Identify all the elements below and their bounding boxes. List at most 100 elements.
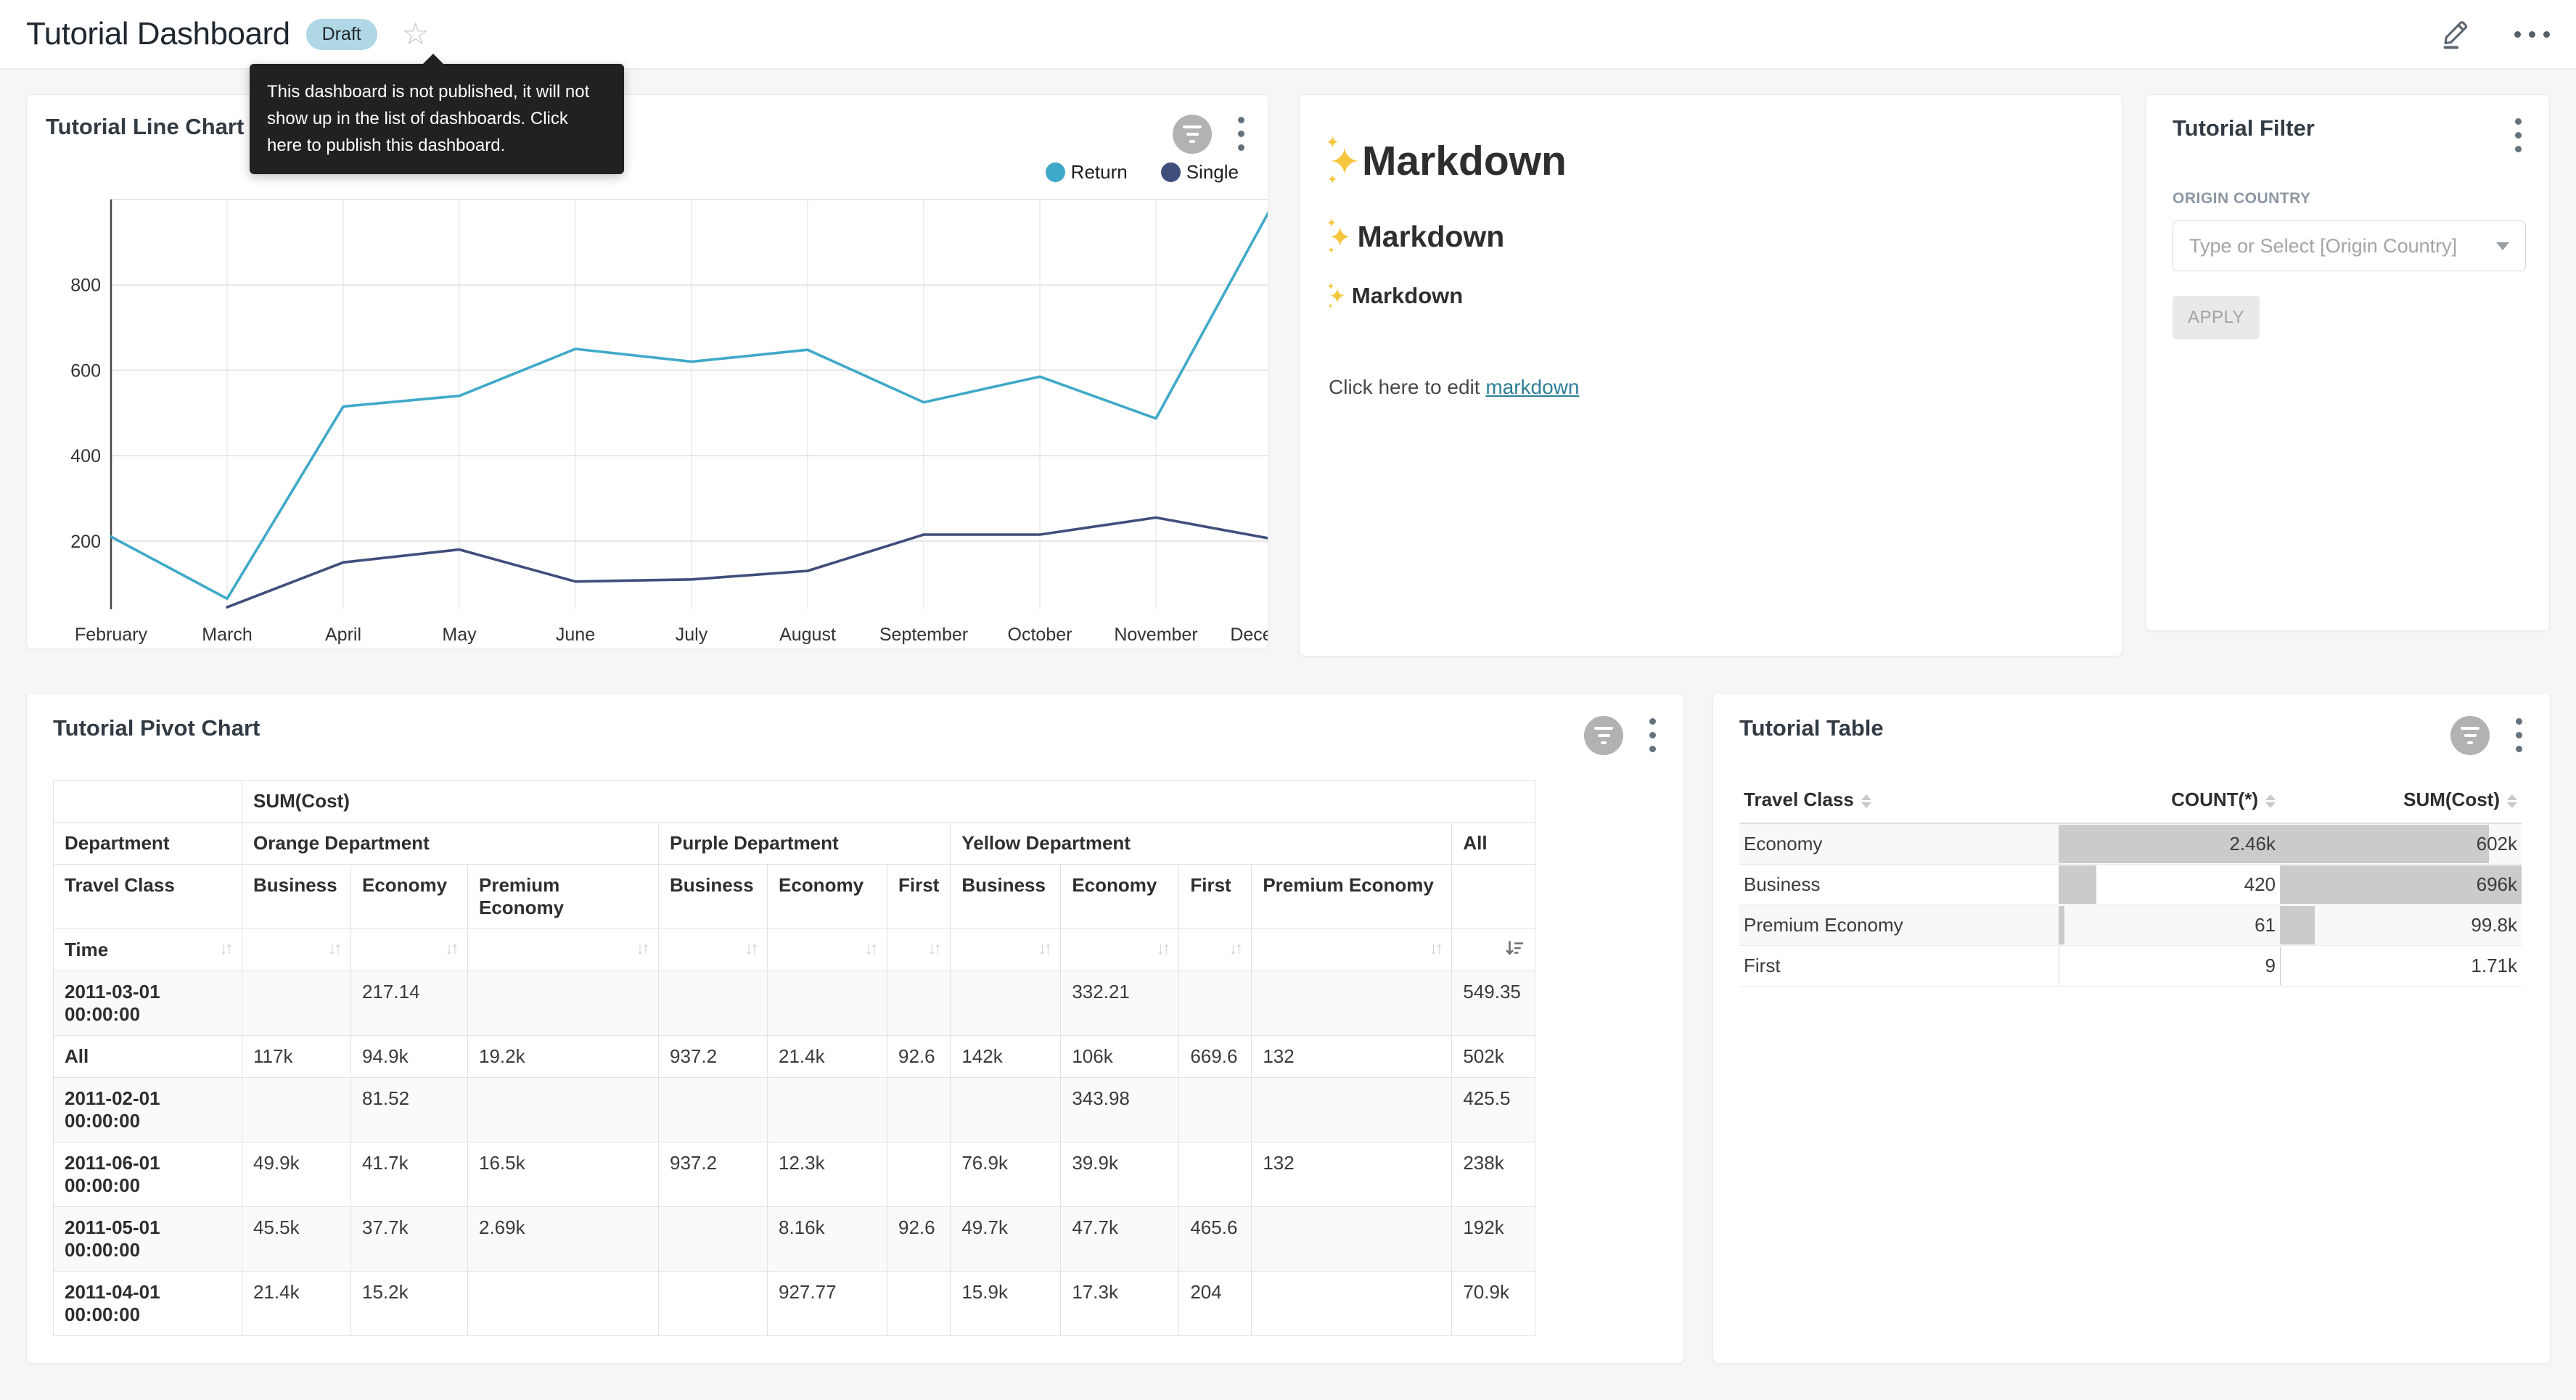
filter-indicator-icon[interactable] (1584, 716, 1623, 755)
x-axis-label: June (556, 625, 595, 645)
table-column-header[interactable]: SUM(Cost) (2280, 777, 2522, 823)
pivot-row: 2011-04-01 00:00:0021.4k15.2k927.7715.9k… (54, 1272, 1535, 1336)
edit-pencil-icon[interactable] (2440, 18, 2472, 50)
pivot-cell (1179, 1078, 1252, 1142)
pivot-sort-cell: ↓↑ (468, 929, 659, 971)
dashboard-page: Tutorial Dashboard Draft ☆ This dashboar… (0, 0, 2576, 1400)
pivot-class-header: Premium Economy (1252, 865, 1452, 929)
chevron-down-icon (2496, 242, 2509, 250)
sort-icon[interactable]: ↓↑ (1156, 939, 1168, 959)
pivot-cell: 669.6 (1179, 1036, 1252, 1078)
pivot-sort-cell: ↓↑ (1252, 929, 1452, 971)
pivot-cell (951, 971, 1061, 1036)
markdown-card: ✦✦✦Markdown ✦✦✦Markdown ✦✦✦Markdown Clic… (1299, 94, 2122, 656)
sort-carets-icon[interactable] (2507, 794, 2517, 808)
pivot-sort-cell: ↓↑ (659, 929, 768, 971)
table-column-header[interactable]: Travel Class (1739, 777, 2059, 823)
pivot-cell: 8.16k (768, 1207, 887, 1272)
filter-title: Tutorial Filter (2173, 115, 2315, 141)
sort-carets-icon[interactable] (2265, 794, 2276, 808)
sort-icon[interactable]: ↓↑ (445, 939, 456, 959)
pivot-kebab-icon[interactable] (1648, 715, 1657, 755)
origin-country-select[interactable]: Type or Select [Origin Country] (2173, 221, 2526, 271)
sum-cell: 696k (2280, 864, 2522, 905)
pivot-cell: 502k (1452, 1036, 1535, 1078)
travel-class-cell: Economy (1739, 823, 2059, 864)
sort-icon[interactable]: ↓↑ (864, 939, 876, 959)
sort-icon[interactable]: ↓↑ (636, 939, 647, 959)
filter-card: Tutorial Filter ORIGIN COUNTRY Type or S… (2146, 94, 2550, 631)
pivot-row: All117k94.9k19.2k937.221.4k92.6142k106k6… (54, 1036, 1535, 1078)
legend-item-return[interactable]: Return (1046, 161, 1128, 184)
pivot-cell (1252, 1078, 1452, 1142)
pivot-cell: 927.77 (768, 1272, 887, 1336)
pivot-row: 2011-02-01 00:00:0081.52343.98425.5 (54, 1078, 1535, 1142)
table-kebab-icon[interactable] (2514, 715, 2524, 755)
pivot-cell: 425.5 (1452, 1078, 1535, 1142)
pivot-sort-cell: ↓↑ (351, 929, 468, 971)
travel-class-cell: Business (1739, 864, 2059, 905)
pivot-cell: 41.7k (351, 1142, 468, 1207)
pivot-cell (768, 1078, 887, 1142)
pivot-title: Tutorial Pivot Chart (53, 715, 260, 741)
more-menu-icon[interactable] (2514, 31, 2550, 38)
pivot-department-header: Orange Department (242, 823, 659, 865)
pivot-cell (659, 1078, 768, 1142)
pivot-cell: 15.2k (351, 1272, 468, 1336)
pivot-cell (887, 1142, 951, 1207)
select-placeholder: Type or Select [Origin Country] (2189, 235, 2489, 258)
sparkles-icon: ✦✦✦ (1329, 283, 1346, 309)
x-axis-label: February (75, 625, 148, 645)
pivot-cell: 39.9k (1061, 1142, 1179, 1207)
pivot-class-header: Business (951, 865, 1061, 929)
table-column-header[interactable]: COUNT(*) (2059, 777, 2280, 823)
pivot-cell: 37.7k (351, 1207, 468, 1272)
pivot-cell (951, 1078, 1061, 1142)
sort-icon[interactable]: ↓↑ (219, 939, 231, 961)
sort-icon[interactable]: ↓↑ (328, 939, 340, 959)
markdown-h2: ✦✦✦Markdown (1329, 220, 2093, 254)
filter-kebab-icon[interactable] (2514, 115, 2523, 155)
pivot-sort-cell: ↓↑ (1179, 929, 1252, 971)
origin-country-label: ORIGIN COUNTRY (2173, 190, 2523, 207)
sort-descending-icon[interactable] (1505, 939, 1524, 958)
pivot-cell (468, 971, 659, 1036)
pivot-cell: 17.3k (1061, 1272, 1179, 1336)
pivot-cell: 92.6 (887, 1036, 951, 1078)
sort-icon[interactable]: ↓↑ (1429, 939, 1440, 959)
single-dot-icon (1161, 162, 1181, 182)
sort-icon[interactable]: ↓↑ (745, 939, 756, 959)
markdown-edit-link[interactable]: markdown (1485, 376, 1579, 398)
page-title: Tutorial Dashboard (26, 16, 290, 52)
apply-button[interactable]: APPLY (2173, 296, 2260, 339)
pivot-row: 2011-06-01 00:00:0049.9k41.7k16.5k937.21… (54, 1142, 1535, 1207)
draft-badge[interactable]: Draft (306, 19, 377, 50)
sum-cell: 99.8k (2280, 905, 2522, 945)
pivot-cell: 12.3k (768, 1142, 887, 1207)
x-axis-label: March (202, 625, 252, 645)
pivot-cell (1252, 1272, 1452, 1336)
svg-text:200: 200 (70, 532, 101, 552)
pivot-class-header: Economy (351, 865, 468, 929)
sort-icon[interactable]: ↓↑ (1038, 939, 1049, 959)
sort-carets-icon[interactable] (1861, 794, 1871, 808)
pivot-department-header: Yellow Department (951, 823, 1452, 865)
pivot-cell (242, 1078, 351, 1142)
draft-tooltip: This dashboard is not published, it will… (250, 64, 624, 174)
pivot-cell: 192k (1452, 1207, 1535, 1272)
chart-kebab-icon[interactable] (1236, 114, 1246, 154)
filter-indicator-icon[interactable] (2450, 716, 2490, 755)
count-cell: 420 (2059, 864, 2280, 905)
sort-icon[interactable]: ↓↑ (1228, 939, 1240, 959)
return-dot-icon (1046, 162, 1065, 182)
x-axis-label: August (779, 625, 836, 645)
filter-indicator-icon[interactable] (1173, 115, 1212, 154)
pivot-cell: 15.9k (951, 1272, 1061, 1336)
chart-legend: Return Single (46, 161, 1239, 184)
tutorial-table: Travel ClassCOUNT(*)SUM(Cost)Economy2.46… (1739, 777, 2524, 987)
sort-icon[interactable]: ↓↑ (927, 939, 939, 959)
pivot-row-label: 2011-06-01 00:00:00 (54, 1142, 242, 1207)
legend-item-single[interactable]: Single (1161, 161, 1239, 184)
pivot-cell: 332.21 (1061, 971, 1179, 1036)
star-icon[interactable]: ☆ (402, 19, 430, 49)
